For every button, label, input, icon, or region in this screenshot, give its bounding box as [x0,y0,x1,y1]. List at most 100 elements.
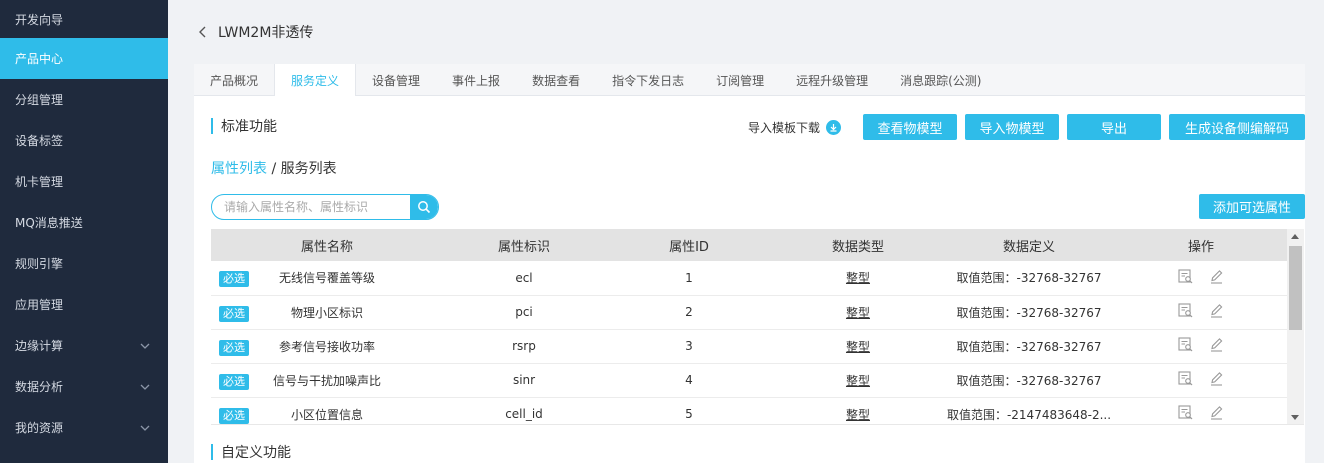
search-button[interactable] [410,195,438,219]
tab-message-trace[interactable]: 消息跟踪(公测) [884,64,997,96]
cell-ident: pci [443,295,605,330]
cell-name: 必选 无线信号覆盖等级 [211,261,443,296]
sidebar-item-product-center[interactable]: 产品中心 [0,38,168,79]
sidebar-item-group-management[interactable]: 分组管理 [0,79,168,120]
add-optional-property-button[interactable]: 添加可选属性 [1199,194,1305,219]
col-header-ident: 属性标识 [443,229,605,261]
edit-icon[interactable] [1208,336,1225,353]
page-title: LWM2M非透传 [218,25,314,41]
template-download-link[interactable]: 导入模板下载 [748,119,841,136]
cell-id: 1 [605,261,773,296]
edit-icon[interactable] [1208,268,1225,285]
template-download-label: 导入模板下载 [747,120,820,135]
scrollbar-thumb[interactable] [1289,246,1302,330]
generate-codec-button[interactable]: 生成设备侧编解码 [1169,114,1305,140]
dtype-link[interactable]: 整型 [846,271,870,285]
required-badge: 必选 [219,339,249,356]
view-detail-icon[interactable] [1177,336,1194,353]
chevron-down-icon [140,425,150,431]
dtype-link[interactable]: 整型 [846,374,870,388]
back-arrow-icon[interactable] [196,25,210,39]
cell-ident: ecl [443,261,605,296]
edit-icon[interactable] [1208,370,1225,387]
col-header-definition: 数据定义 [943,229,1115,261]
dtype-link[interactable]: 整型 [846,340,870,354]
scroll-down-arrow-icon[interactable] [1291,415,1299,420]
tab-device-management[interactable]: 设备管理 [356,64,436,96]
section-accent-bar [211,118,213,134]
search-icon [418,201,431,214]
sidebar-item-rule-engine[interactable]: 规则引擎 [0,243,168,284]
tab-data-view[interactable]: 数据查看 [516,64,596,96]
section-standard: 标准功能 [211,116,277,136]
col-header-actions: 操作 [1115,229,1287,261]
required-badge: 必选 [219,305,249,322]
search-box [211,194,439,220]
property-table: 属性名称 属性标识 属性ID 数据类型 数据定义 操作 必选 无线信号覆盖等级 e… [211,229,1287,424]
search-input[interactable] [212,195,410,219]
sidebar-item-app-management[interactable]: 应用管理 [0,284,168,325]
dtype-link[interactable]: 整型 [846,306,870,320]
edit-icon[interactable] [1208,302,1225,319]
cell-actions [1115,261,1287,296]
cell-id: 4 [605,363,773,398]
view-model-button[interactable]: 查看物模型 [863,114,957,140]
view-detail-icon[interactable] [1177,370,1194,387]
tab-subscription[interactable]: 订阅管理 [700,64,780,96]
cell-ident: sinr [443,363,605,398]
tab-remote-upgrade[interactable]: 远程升级管理 [780,64,884,96]
view-detail-icon[interactable] [1177,302,1194,319]
cell-dtype: 整型 [773,295,943,330]
cell-id: 5 [605,397,773,424]
export-button[interactable]: 导出 [1067,114,1161,140]
sidebar-item-device-tags[interactable]: 设备标签 [0,120,168,161]
cell-actions [1115,363,1287,398]
tab-command-log[interactable]: 指令下发日志 [596,64,700,96]
sidebar-item-mq-push[interactable]: MQ消息推送 [0,202,168,243]
edit-icon[interactable] [1208,404,1225,421]
service-panel: 标准功能 导入模板下载 查看物模型 导入物模型 导出 生成设备侧编解码 属性列表… [194,96,1305,463]
table-row: 必选 信号与干扰加噪声比 sinr 4 整型 取值范围：-32768-32767 [211,363,1287,398]
sidebar: 开发向导 产品中心 分组管理 设备标签 机卡管理 MQ消息推送 规则引擎 应用管… [0,0,168,463]
cell-name: 必选 小区位置信息 [211,397,443,424]
cell-id: 3 [605,329,773,364]
view-detail-icon[interactable] [1177,268,1194,285]
scroll-up-arrow-icon[interactable] [1291,234,1299,239]
chevron-down-icon [140,384,150,390]
cell-ident: cell_id [443,397,605,424]
cell-definition: 取值范围：-32768-32767 [943,295,1115,330]
sidebar-item-data-analysis[interactable]: 数据分析 [0,366,168,407]
cell-dtype: 整型 [773,261,943,296]
sidebar-item-my-resources[interactable]: 我的资源 [0,407,168,448]
cell-name: 必选 信号与干扰加噪声比 [211,363,443,398]
sidebar-item-card-management[interactable]: 机卡管理 [0,161,168,202]
cell-dtype: 整型 [773,397,943,424]
table-scrollbar[interactable] [1287,229,1304,424]
cell-definition: 取值范围：-32768-32767 [943,329,1115,364]
view-detail-icon[interactable] [1177,404,1194,421]
required-badge: 必选 [219,271,249,287]
required-badge: 必选 [219,407,249,424]
toolbar: 导入模板下载 查看物模型 导入物模型 导出 生成设备侧编解码 [748,114,1305,140]
cell-definition: 取值范围：-2147483648-2... [943,397,1115,424]
tab-service-definition[interactable]: 服务定义 [274,64,357,97]
tab-product-overview[interactable]: 产品概况 [194,64,274,96]
sidebar-item-edge-computing[interactable]: 边缘计算 [0,325,168,366]
dtype-link[interactable]: 整型 [846,408,870,422]
import-model-button[interactable]: 导入物模型 [965,114,1059,140]
service-list-link[interactable]: 服务列表 [281,161,337,177]
property-list-link[interactable]: 属性列表 [211,161,267,177]
chevron-down-icon [140,343,150,349]
required-badge: 必选 [219,373,249,390]
property-table-container: 属性名称 属性标识 属性ID 数据类型 数据定义 操作 必选 无线信号覆盖等级 e… [211,229,1304,425]
cell-definition: 取值范围：-32768-32767 [943,261,1115,296]
tab-event-report[interactable]: 事件上报 [436,64,516,96]
cell-dtype: 整型 [773,363,943,398]
cell-actions [1115,329,1287,364]
cell-ident: rsrp [443,329,605,364]
section-standard-title: 标准功能 [221,119,277,135]
download-icon [826,119,841,135]
cell-name: 必选 物理小区标识 [211,295,443,330]
sidebar-item-dev-guide[interactable]: 开发向导 [0,0,168,38]
cell-actions [1115,295,1287,330]
